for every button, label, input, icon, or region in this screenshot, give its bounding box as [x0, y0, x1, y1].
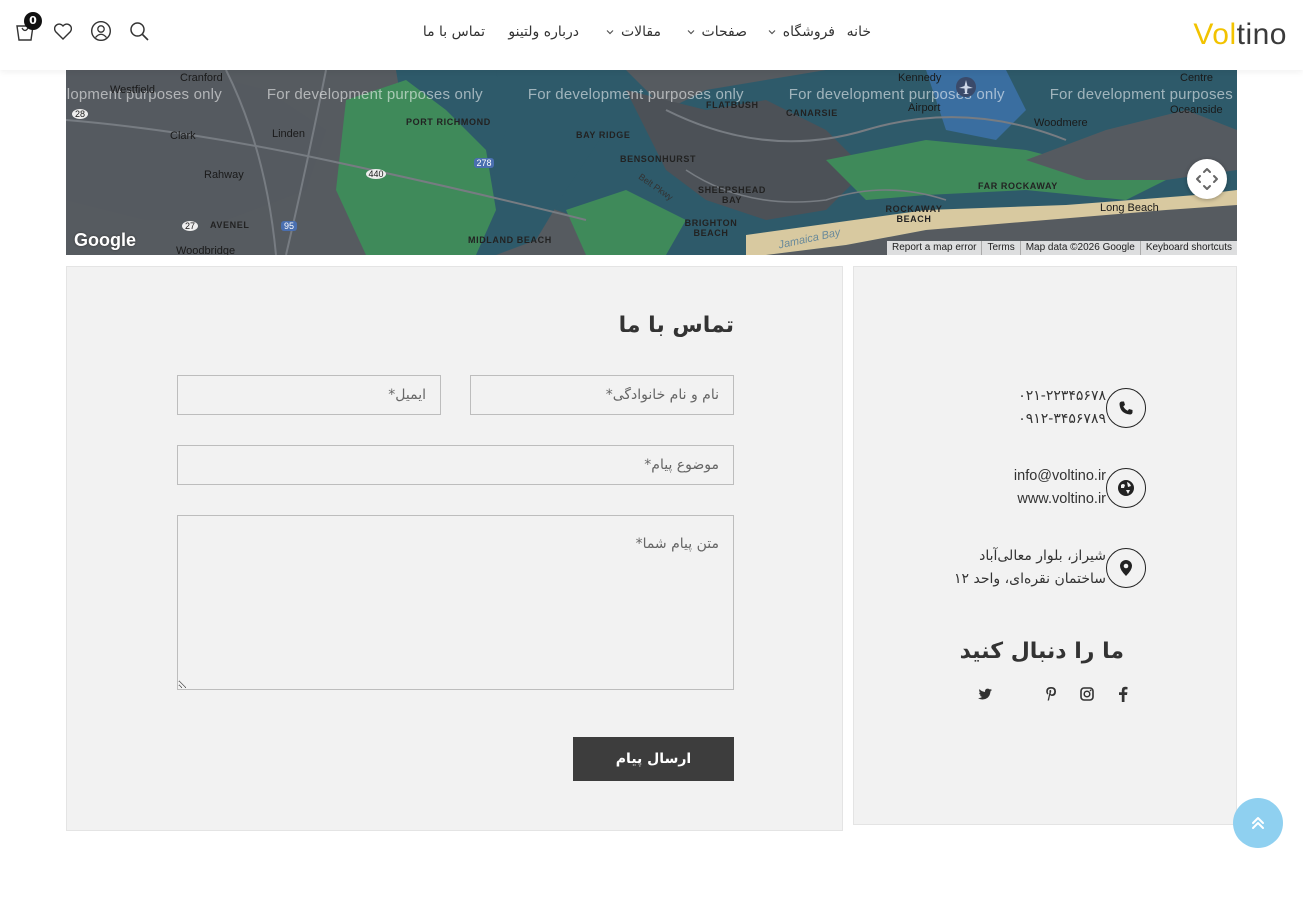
- address: شیراز، بلوار معالی‌آباد ساختمان نقره‌ای،…: [954, 545, 1106, 591]
- cart-icon[interactable]: 0: [14, 12, 42, 42]
- map-label-brighton-beach: BRIGHTON BEACH: [684, 218, 738, 238]
- contact-form-panel: تماس با ما ارسال پیام: [66, 266, 843, 831]
- map-label-centre: Centre: [1180, 72, 1214, 84]
- map-label-woodmere: Woodmere: [1034, 117, 1088, 129]
- map-watermark: For development purposes only: [1049, 86, 1237, 103]
- logo-part-accent: Vol: [1193, 18, 1237, 51]
- nav-label: درباره ولتینو: [508, 24, 579, 40]
- airport-icon: [956, 77, 976, 97]
- map-label-far-rockaway: FAR ROCKAWAY: [978, 181, 1058, 191]
- social-links: [978, 686, 1130, 702]
- phone-number-mobile[interactable]: ۰۹۱۲-۳۴۵۶۷۸۹: [1018, 408, 1106, 431]
- map-label-clark: Clark: [170, 130, 196, 142]
- chevron-down-icon: [768, 30, 776, 35]
- route-shield-440: 440: [366, 169, 386, 179]
- header-icons: 0: [14, 12, 150, 42]
- map-label-airport: Airport: [908, 102, 941, 114]
- map-label-long-beach: Long Beach: [1100, 202, 1159, 214]
- heart-icon[interactable]: [52, 20, 74, 42]
- map-label-bay-ridge: BAY RIDGE: [576, 130, 631, 140]
- map-label-kennedy: Kennedy: [898, 72, 942, 84]
- contact-form-title: تماس با ما: [618, 313, 734, 338]
- phone-info-row: ۰۲۱-۲۲۳۴۵۶۷۸ ۰۹۱۲-۳۴۵۶۷۸۹: [1018, 385, 1146, 431]
- map-watermark: For development purposes only: [266, 86, 483, 103]
- web-contacts: info@voltino.ir www.voltino.ir: [1014, 465, 1106, 511]
- website-link[interactable]: www.voltino.ir: [1014, 488, 1106, 511]
- map-watermark-row: For development purposes only For develop…: [66, 86, 1237, 103]
- globe-icon: [1106, 468, 1146, 508]
- map-label-oceanside: Oceanside: [1170, 104, 1223, 116]
- map-label-sheepshead-bay: SHEEPSHEAD BAY: [697, 185, 766, 205]
- pinterest-icon[interactable]: [1044, 686, 1058, 702]
- address-line-1: شیراز، بلوار معالی‌آباد: [979, 548, 1106, 564]
- map-terms-link[interactable]: Terms: [981, 241, 1019, 255]
- double-chevron-up-icon: [1252, 817, 1264, 829]
- route-shield-278: 278: [474, 158, 494, 168]
- search-icon[interactable]: [128, 20, 150, 42]
- route-shield-27: 27: [182, 221, 198, 231]
- subject-input[interactable]: [177, 445, 734, 485]
- route-shield-95: 95: [281, 221, 297, 231]
- map-label-port-richmond: PORT RICHMOND: [406, 117, 491, 127]
- phone-numbers: ۰۲۱-۲۲۳۴۵۶۷۸ ۰۹۱۲-۳۴۵۶۷۸۹: [1018, 385, 1106, 431]
- google-logo: Google: [74, 230, 136, 250]
- map-label-woodbridge: Woodbridge: [176, 245, 236, 255]
- back-to-top-button[interactable]: [1233, 798, 1283, 848]
- map-label-avenel: AVENEL: [210, 220, 250, 230]
- nav-label: فروشگاه: [782, 24, 835, 40]
- nav-label: خانه: [846, 24, 871, 40]
- map-data-credit: Map data ©2026 Google: [1019, 241, 1140, 255]
- facebook-icon[interactable]: [1116, 686, 1130, 702]
- email-link[interactable]: info@voltino.ir: [1014, 465, 1106, 488]
- submit-message-button[interactable]: ارسال پیام: [573, 737, 734, 781]
- address-line-2: ساختمان نقره‌ای، واحد ۱۲: [954, 571, 1106, 587]
- logo-part-main: tino: [1236, 18, 1287, 51]
- map-fullscreen-button[interactable]: [1187, 159, 1227, 199]
- chevron-down-icon: [687, 30, 694, 35]
- nav-label: مقالات: [620, 24, 661, 40]
- user-icon[interactable]: [90, 20, 112, 42]
- twitter-icon[interactable]: [978, 686, 992, 702]
- email-input[interactable]: [177, 375, 441, 415]
- nav-item-about[interactable]: درباره ولتینو: [496, 22, 591, 42]
- cart-count-badge: 0: [24, 12, 42, 30]
- follow-us-title: ما را دنبال کنید: [959, 639, 1124, 664]
- nav-item-articles[interactable]: مقالات: [593, 22, 673, 42]
- nav-label: تماس با ما: [422, 24, 485, 40]
- nav-item-contact[interactable]: تماس با ما: [411, 22, 497, 42]
- map-label-bensonhurst: BENSONHURST: [620, 154, 697, 164]
- nav-item-shop[interactable]: فروشگاه: [755, 22, 847, 42]
- nav-item-pages[interactable]: صفحات: [674, 22, 759, 42]
- site-logo[interactable]: Voltino: [1193, 18, 1287, 52]
- map-report-error-link[interactable]: Report a map error: [887, 241, 981, 255]
- map-label-canarsie: CANARSIE: [786, 108, 838, 118]
- message-textarea[interactable]: [177, 515, 734, 690]
- chevron-down-icon: [606, 30, 614, 35]
- map-keyboard-shortcuts-link[interactable]: Keyboard shortcuts: [1139, 241, 1237, 255]
- map-label-linden: Linden: [272, 128, 306, 140]
- phone-icon: [1106, 388, 1146, 428]
- address-info-row: شیراز، بلوار معالی‌آباد ساختمان نقره‌ای،…: [954, 545, 1146, 591]
- web-info-row: info@voltino.ir www.voltino.ir: [1014, 465, 1146, 511]
- map-label-cranford: Cranford: [180, 72, 223, 84]
- phone-number-landline[interactable]: ۰۲۱-۲۲۳۴۵۶۷۸: [1018, 385, 1106, 408]
- route-shield-28: 28: [72, 109, 88, 119]
- location-pin-icon: [1106, 548, 1146, 588]
- google-map[interactable]: For development purposes only For develop…: [66, 70, 1237, 255]
- instagram-icon[interactable]: [1080, 686, 1094, 702]
- map-label-westfield: Westfield: [110, 84, 156, 96]
- contact-info-panel: ۰۲۱-۲۲۳۴۵۶۷۸ ۰۹۱۲-۳۴۵۶۷۸۹ info@voltino.i…: [853, 266, 1237, 825]
- fullscreen-icon: [1196, 168, 1218, 190]
- nav-label: صفحات: [701, 24, 747, 40]
- map-label-midland-beach: MIDLAND BEACH: [468, 235, 552, 245]
- map-label-rahway: Rahway: [204, 169, 244, 181]
- map-attribution: Report a map error Terms Map data ©2026 …: [886, 241, 1237, 255]
- map-label-flatbush: FLATBUSH: [706, 100, 759, 110]
- name-input[interactable]: [470, 375, 734, 415]
- map-label-rockaway-beach: ROCKAWAY BEACH: [885, 204, 943, 224]
